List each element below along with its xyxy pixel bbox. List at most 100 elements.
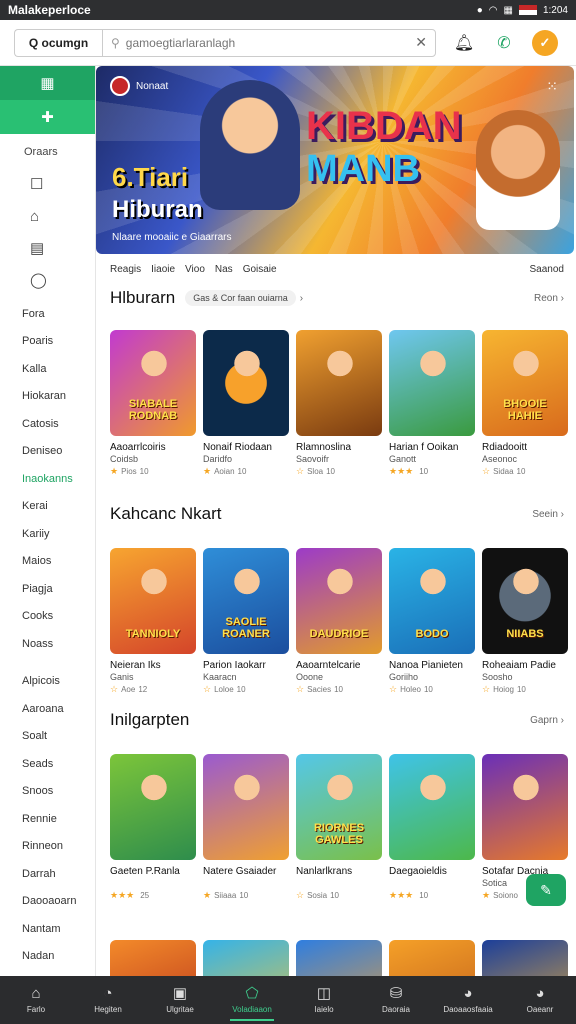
game-thumbnail[interactable]: NIIABS [482,548,568,654]
square-icon[interactable]: ☐ [0,168,95,200]
sidebar-item[interactable]: Catosis [0,410,95,438]
bottom-nav-item[interactable]: ▣ Ulgritae [144,976,216,1024]
grid-icon[interactable]: ▦ [0,66,95,100]
hero-banner[interactable]: Nonaat ⁙ KIBDAN MANB 6.Tiari Hiburan Nla… [96,66,574,254]
filter-item[interactable]: Vioo [185,264,205,278]
hero-logo-line2: MANB [306,148,420,190]
game-thumbnail[interactable]: RIORNES GAWLES [296,754,382,860]
avatar[interactable]: ✓ [532,29,558,56]
game-card[interactable]: Harian f Ooikan Ganott ★★★ 10 [389,330,475,477]
more-icon[interactable]: ⁙ [546,78,558,95]
game-thumbnail[interactable] [110,754,196,860]
close-icon[interactable]: ✕ [415,34,427,51]
game-card[interactable]: TANNIOLY Neieran Iks Ganis ☆ Aoe 12 [110,548,196,695]
sidebar-item[interactable]: Kerai [0,493,95,521]
sidebar-item[interactable]: Snoos [0,778,95,806]
game-card[interactable]: RIORNES GAWLES Nanlarlkrans ☆ Sosia 10 [296,754,382,901]
sidebar-item[interactable]: Noass [0,630,95,658]
sidebar-item[interactable]: Nadan [0,943,95,971]
game-thumbnail[interactable] [203,940,289,976]
game-card[interactable]: BODO Nanoa Pianieten Goriiho ☆ Holeo 10 [389,548,475,695]
see-more-link[interactable]: Gaprn › [530,715,564,726]
bottom-nav-item[interactable]: ◕ Oaeanr [504,976,576,1024]
sidebar-item[interactable]: Deniseo [0,438,95,466]
game-thumbnail[interactable] [203,754,289,860]
see-more-link[interactable]: Seein › [532,509,564,520]
sidebar-item[interactable]: Aaroana [0,695,95,723]
filter-item[interactable]: Goisaie [243,264,277,278]
game-thumbnail[interactable]: BODO [389,548,475,654]
filter-item[interactable]: Nas [215,264,233,278]
home-icon[interactable]: ⌂ [0,200,95,232]
brand-button[interactable]: Q ocumgn [14,28,102,57]
game-card[interactable]: Nonaif Riodaan Daridfo ★ Aoian 10 [203,330,289,477]
game-thumbnail[interactable] [296,330,382,436]
bottom-nav-item[interactable]: ⌂ Farlo [0,976,72,1024]
chat-icon[interactable]: ✆ [492,31,516,55]
game-thumbnail[interactable]: BHOOIE HAHIE [482,330,568,436]
game-card[interactable]: BHOOIE HAHIE Rdiadooitt Aseonoc ☆ Sidaa 10 [482,330,568,477]
sidebar-item[interactable]: Maios [0,548,95,576]
sidebar-item[interactable]: Seads [0,750,95,778]
game-card[interactable]: SAOLIE ROANER Parion Iaokarr Kaaracn ☆ Loloe… [203,548,289,695]
sidebar-item[interactable]: Poaris [0,328,95,356]
sidebar-item[interactable]: Darrah [0,860,95,888]
sidebar-item[interactable]: Soalt [0,723,95,751]
sidebar-item[interactable]: Nantam [0,915,95,943]
game-thumbnail[interactable] [389,330,475,436]
game-thumbnail[interactable] [482,940,568,976]
game-card[interactable]: DAUDRIOE Aaoarntelcarie Ooone ☆ Sacies 10 [296,548,382,695]
game-card[interactable]: Rlamnoslina Saovoifr ☆ Sloa 10 [296,330,382,477]
sidebar-item[interactable]: Piagja [0,575,95,603]
game-card[interactable]: NIIABS Roheaiam Padie Soosho ☆ Hoiog 10 [482,548,568,695]
nav-label: Iaielo [314,1005,334,1014]
bell-icon[interactable]: 🔔︎ [452,31,476,55]
game-card[interactable]: SIABALE RODNAB Aaoarrlcoiris Coidsb ★ Pios 10 [110,330,196,477]
game-thumbnail[interactable]: SAOLIE ROANER [203,548,289,654]
game-thumbnail[interactable]: SIABALE RODNAB [110,330,196,436]
chat-bubble-icon[interactable]: ◯ [0,264,95,296]
game-card[interactable]: Natere Gsaiader ★ Siiaaa 10 [203,754,289,901]
filter-item[interactable]: Reagis [110,264,141,278]
sidebar-item[interactable]: Kariiy [0,520,95,548]
game-name: Neieran Iks [110,660,161,671]
bottom-nav-item[interactable]: ◔ Hegiten [72,976,144,1024]
sidebar-item[interactable]: Cooks [0,603,95,631]
bottom-nav-item[interactable]: ⬠ Voladiaaon [216,976,288,1024]
filter-right[interactable]: Saanod [530,264,564,278]
game-thumbnail[interactable] [389,754,475,860]
bottom-nav-item[interactable]: ◕ Daoaaosfaaia [432,976,504,1024]
search-input[interactable] [125,35,410,50]
thumbnail-title: BHOOIE HAHIE [503,398,547,422]
game-name: Nanlarlkrans [296,866,353,877]
hero-title-line1: 6.Tiari [112,162,189,192]
chevron-right-icon[interactable]: › [300,293,303,304]
sidebar-item[interactable]: Rennie [0,805,95,833]
game-thumbnail[interactable] [482,754,568,860]
status-time: 1:204 [542,4,568,16]
floating-action-button[interactable]: ✎ [526,874,566,906]
game-card[interactable]: Daegaoieldis ★★★ 10 [389,754,475,901]
see-more-link[interactable]: Reon › [534,293,564,304]
game-thumbnail[interactable] [389,940,475,976]
sidebar-item[interactable]: Fora [0,300,95,328]
puzzle-icon[interactable]: ✚ [0,100,95,134]
section-chip[interactable]: Gas & Cor faan ouiarna [185,290,296,306]
section-header: Inilgarpten Gaprn › [110,710,564,730]
game-card[interactable]: Gaeten P.Ranla ★★★ 25 [110,754,196,901]
sidebar-item[interactable]: Alpicois [0,668,95,696]
game-thumbnail[interactable] [203,330,289,436]
filter-item[interactable]: Iiaoie [151,264,175,278]
bottom-nav-item[interactable]: ◫ Iaielo [288,976,360,1024]
sidebar-item[interactable]: Hiokaran [0,383,95,411]
game-thumbnail[interactable]: TANNIOLY [110,548,196,654]
game-thumbnail[interactable]: DAUDRIOE [296,548,382,654]
game-thumbnail[interactable] [296,940,382,976]
sidebar-item[interactable]: Daooaoarn [0,888,95,916]
game-thumbnail[interactable] [110,940,196,976]
bottom-nav-item[interactable]: ⛁ Daoraia [360,976,432,1024]
sidebar-item[interactable]: Rinneon [0,833,95,861]
sidebar-item[interactable]: Kalla [0,355,95,383]
sidebar-item[interactable]: Inaokanns [0,465,95,493]
document-icon[interactable]: ▤ [0,232,95,264]
